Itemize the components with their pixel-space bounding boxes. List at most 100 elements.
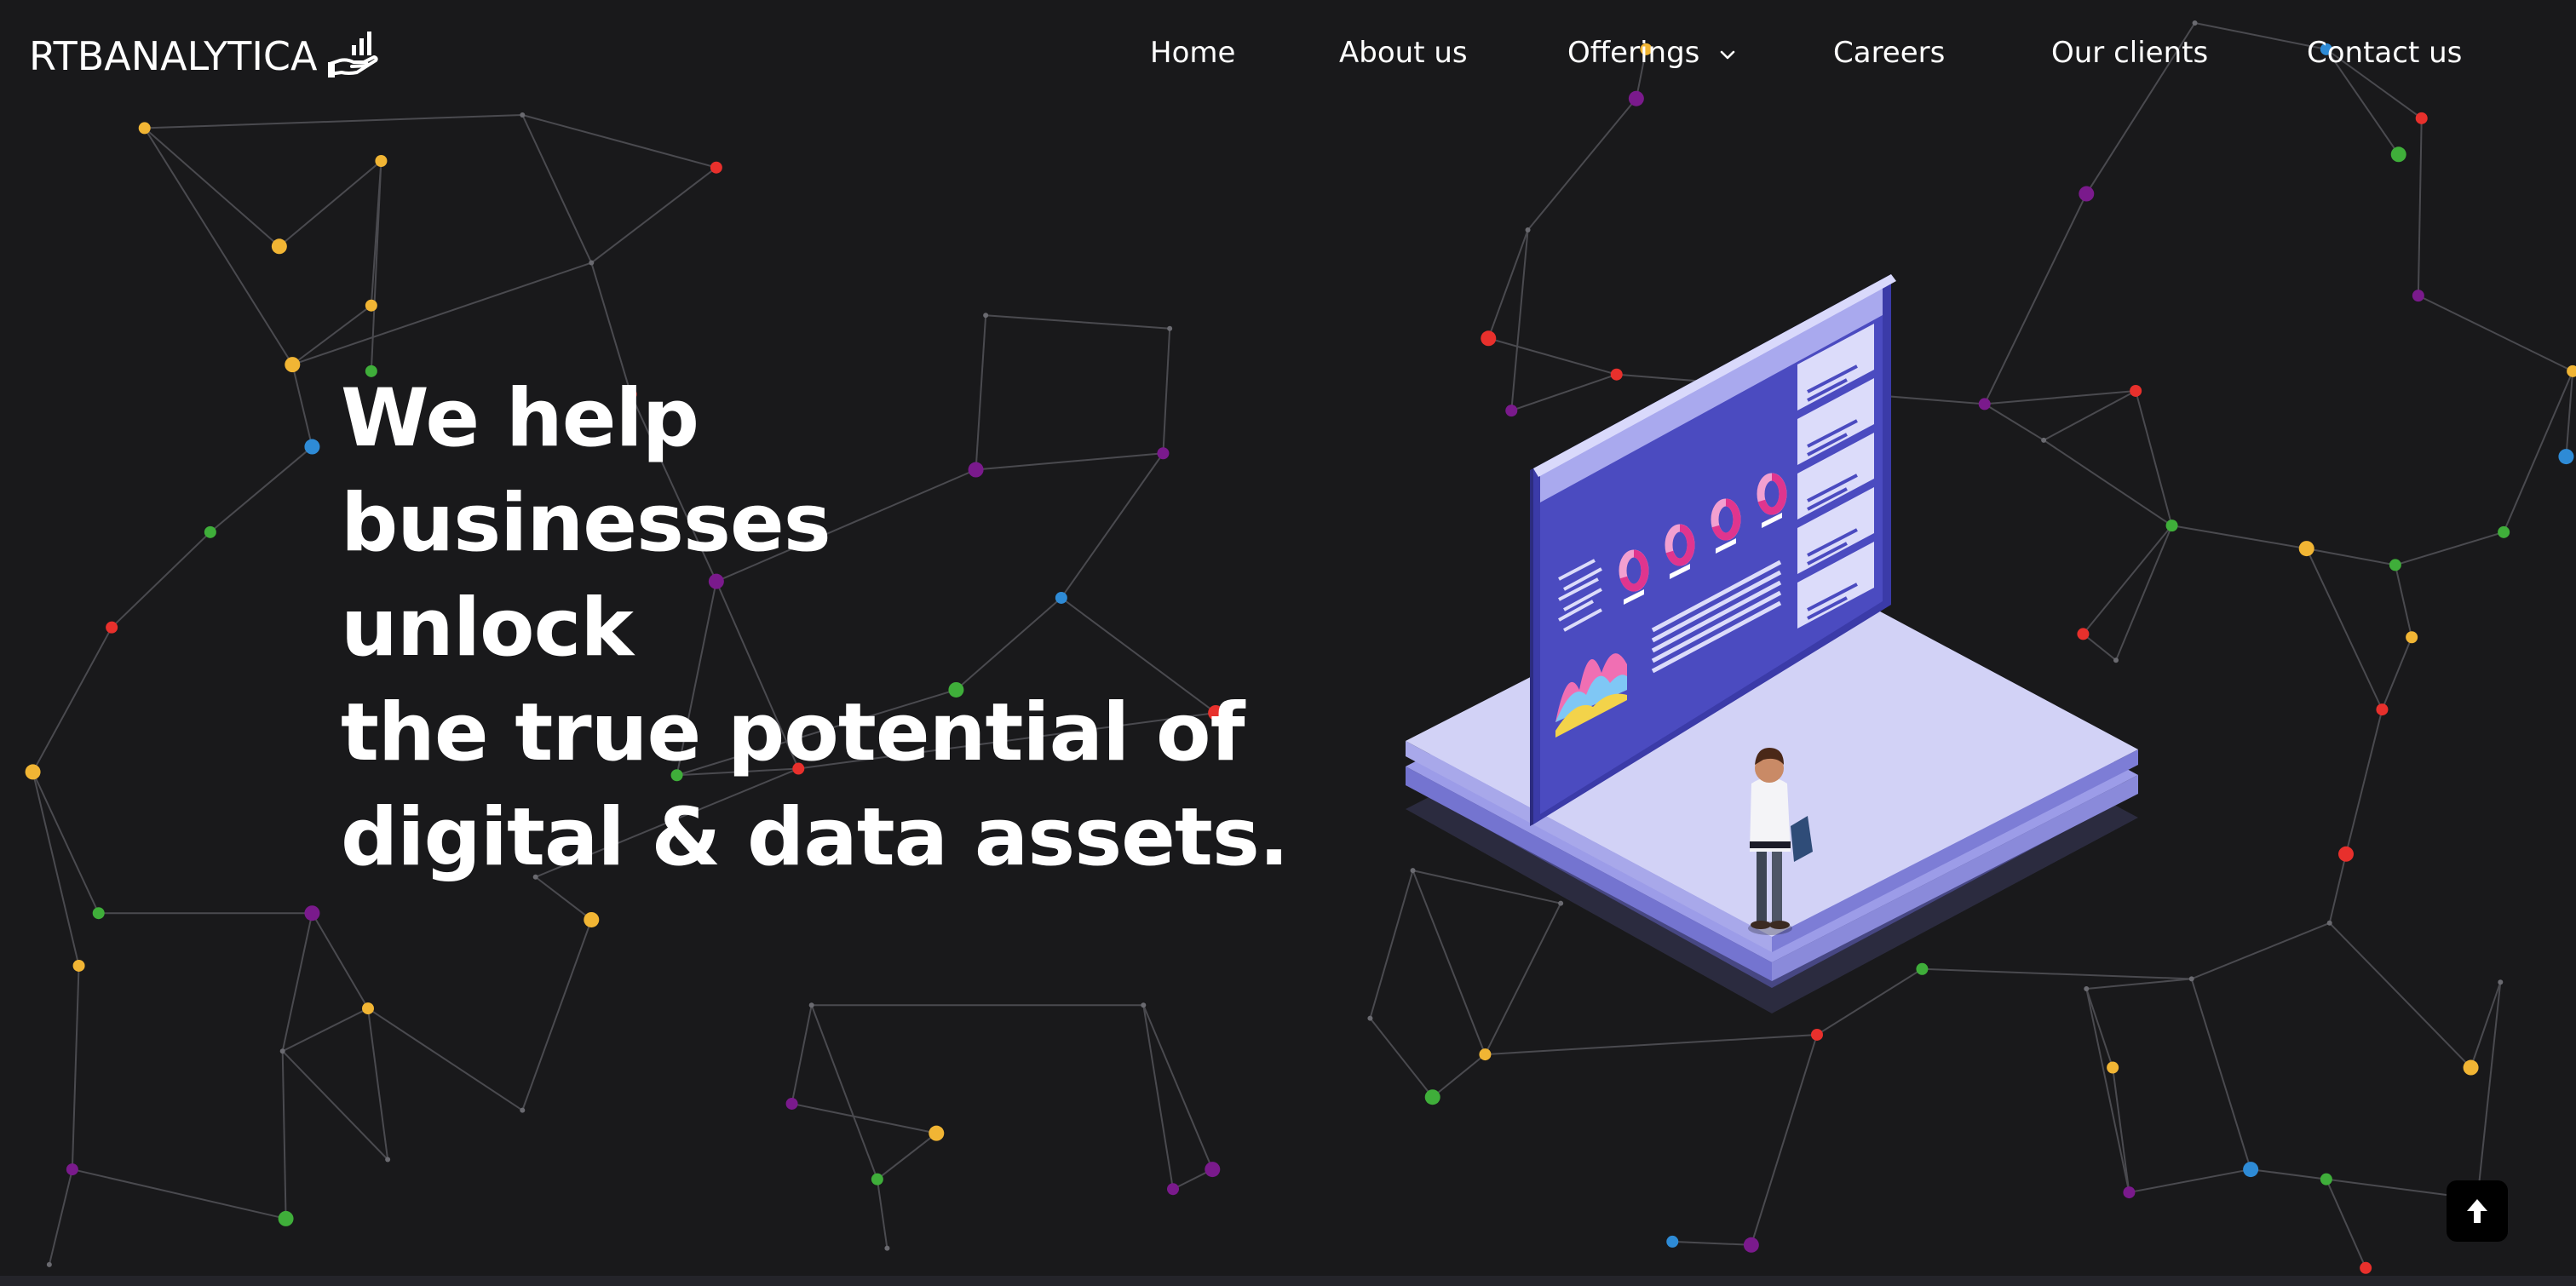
nav-contact-us[interactable]: Contact us: [2307, 26, 2462, 80]
network-node: [589, 260, 595, 266]
hero-line: the true potential of: [341, 686, 1245, 779]
isometric-dashboard-illustration: [1406, 274, 2138, 1013]
network-line: [876, 1179, 888, 1249]
scroll-to-top-button[interactable]: [2447, 1180, 2508, 1242]
network-node: [785, 1097, 798, 1110]
network-line: [791, 1102, 937, 1134]
network-line: [2305, 548, 2383, 710]
network-node: [106, 621, 118, 634]
network-node: [72, 959, 85, 972]
network-node: [2298, 541, 2314, 557]
network-line: [282, 1008, 369, 1053]
network-node: [365, 299, 377, 312]
network-line: [291, 261, 592, 366]
network-line: [1527, 98, 1637, 231]
network-node: [983, 313, 989, 319]
nav-offerings[interactable]: Offerings: [1567, 26, 1738, 80]
network-node: [520, 112, 526, 118]
network-line: [2171, 525, 2307, 550]
network-node: [2498, 979, 2504, 985]
network-node: [25, 764, 41, 780]
network-line: [521, 919, 593, 1111]
network-line: [281, 1050, 388, 1161]
nav-our-clients[interactable]: Our clients: [2051, 26, 2208, 80]
network-line: [986, 314, 1170, 330]
nav-home[interactable]: Home: [1150, 26, 1235, 80]
network-line: [2345, 709, 2383, 855]
network-node: [66, 1163, 78, 1176]
network-line: [1750, 1034, 1818, 1246]
network-line: [877, 1132, 937, 1180]
network-line: [2418, 295, 2573, 372]
network-line: [2191, 921, 2331, 980]
network-line: [210, 445, 313, 533]
network-node: [2415, 112, 2428, 124]
network-node: [584, 911, 600, 927]
network-node: [710, 161, 722, 174]
network-line: [810, 1004, 878, 1180]
network-line: [48, 1168, 73, 1266]
network-node: [2320, 1173, 2332, 1186]
network-node: [2406, 631, 2418, 644]
network-line: [72, 1168, 286, 1220]
network-node: [285, 357, 301, 373]
network-line: [71, 965, 80, 1170]
network-line: [32, 771, 100, 914]
network-node: [271, 238, 287, 255]
network-line: [2190, 979, 2252, 1170]
network-node: [1525, 227, 1531, 233]
hero-line: businesses: [341, 477, 831, 570]
network-node: [304, 905, 320, 921]
network-line: [32, 627, 113, 772]
network-node: [385, 1157, 391, 1163]
network-line: [281, 1051, 287, 1219]
network-node: [2376, 703, 2389, 716]
main-navigation: Home About us Offerings Careers Our clie…: [0, 26, 2576, 80]
hero-heading: We help businesses unlock the true poten…: [341, 366, 1431, 890]
network-node: [2123, 1186, 2136, 1199]
network-line: [2328, 853, 2347, 924]
network-node: [279, 1048, 285, 1054]
network-line: [32, 772, 80, 967]
network-node: [2567, 365, 2576, 377]
network-node: [2338, 846, 2354, 862]
network-node: [884, 1245, 890, 1251]
network-node: [1424, 1089, 1440, 1105]
network-node: [2243, 1162, 2259, 1178]
network-node: [2558, 449, 2574, 465]
network-node: [808, 1002, 814, 1008]
network-line: [2129, 1168, 2251, 1194]
chevron-down-icon: [1720, 50, 1735, 59]
network-node: [2079, 186, 2095, 202]
network-line: [2417, 118, 2423, 296]
nav-about-us[interactable]: About us: [1339, 26, 1468, 80]
network-node: [1167, 325, 1173, 331]
nav-careers[interactable]: Careers: [1833, 26, 1945, 80]
network-node: [1666, 1235, 1679, 1248]
network-line: [144, 127, 280, 248]
network-node: [2390, 146, 2406, 163]
network-node: [2463, 1059, 2479, 1076]
network-line: [791, 1005, 813, 1105]
hero-line: digital & data assets.: [341, 791, 1290, 884]
network-node: [204, 525, 216, 538]
hero-section: RTBANALYTICA Home About us Offerings Car…: [0, 0, 2576, 1286]
network-line: [590, 166, 717, 264]
network-node: [138, 122, 151, 135]
network-line: [2112, 1067, 2130, 1193]
network-line: [367, 1008, 523, 1111]
network-line: [279, 160, 382, 248]
network-line: [521, 114, 593, 263]
network-node: [1479, 1048, 1492, 1061]
network-node: [1205, 1162, 1221, 1178]
network-line: [2306, 548, 2396, 566]
network-node: [375, 154, 388, 167]
network-line: [291, 364, 313, 447]
network-node: [1141, 1002, 1147, 1008]
network-line: [2325, 1179, 2367, 1269]
network-line: [281, 913, 313, 1052]
network-node: [2188, 976, 2194, 982]
network-line: [291, 304, 372, 365]
network-node: [1743, 1237, 1759, 1253]
network-line: [1672, 1240, 1751, 1246]
